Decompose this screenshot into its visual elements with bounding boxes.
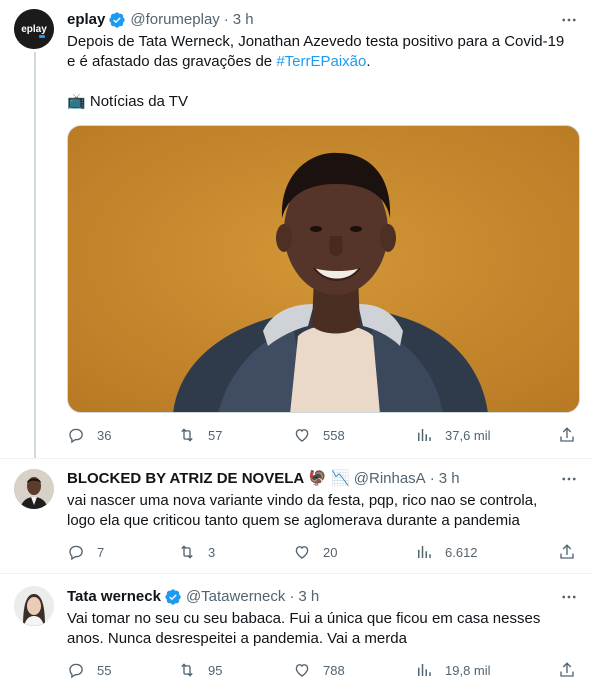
author-name[interactable]: BLOCKED BY ATRIZ DE NOVELA (67, 469, 304, 489)
tweet-text-line-1: Vai tomar no seu cu seu babaca. Fui a ún… (67, 610, 541, 627)
source-label: Notícias da TV (89, 93, 188, 110)
tweet-actions: 55 95 788 19,8 mil (67, 661, 580, 681)
views-count: 37,6 mil (445, 427, 491, 443)
retweet-icon (181, 545, 193, 559)
like-button[interactable]: 558 (293, 426, 345, 444)
avatar-tatawerneck[interactable] (14, 586, 54, 626)
tweet-tatawerneck[interactable]: Tata werneck @Tatawerneck · 3 h Vai toma… (0, 574, 592, 687)
retweet-button[interactable]: 57 (178, 426, 222, 444)
tweet-photo[interactable] (67, 125, 580, 413)
views-chart-icon (418, 429, 431, 441)
timestamp[interactable]: 3 h (233, 10, 254, 30)
name-emojis: 🦃 📉 (308, 470, 350, 487)
avatar-eplay[interactable]: eplay (14, 9, 54, 49)
reply-icon (69, 663, 83, 679)
timestamp[interactable]: 3 h (439, 469, 460, 489)
more-horizontal-icon[interactable] (560, 588, 578, 606)
like-count: 20 (323, 544, 338, 560)
verified-badge-icon (165, 589, 181, 605)
heart-icon (295, 546, 309, 559)
tweet-text-tail: . (366, 53, 371, 70)
separator-dot: · (223, 11, 229, 28)
share-icon (560, 662, 574, 677)
share-button[interactable] (558, 426, 576, 444)
separator-dot: · (429, 470, 435, 487)
author-handle[interactable]: @Tatawerneck (186, 587, 285, 607)
retweet-count: 95 (208, 662, 223, 678)
retweet-button[interactable]: 3 (178, 543, 215, 561)
verified-badge-icon (109, 12, 126, 28)
heart-icon (295, 664, 309, 677)
tweet-text: Depois de Tata Werneck, Jonathan Azevedo… (67, 32, 582, 112)
like-count: 558 (323, 427, 345, 443)
views-count: 19,8 mil (445, 662, 491, 678)
profile-photo-icon (14, 586, 54, 626)
author-name[interactable]: eplay (67, 10, 105, 30)
retweet-button[interactable]: 95 (178, 661, 222, 679)
reply-icon (69, 428, 83, 444)
tweet-text: vai nascer uma nova variante vindo da fe… (67, 491, 582, 531)
author-handle[interactable]: @forumeplay (130, 10, 219, 30)
views-button[interactable]: 19,8 mil (415, 661, 491, 679)
reply-button[interactable]: 55 (67, 661, 111, 679)
tweet-eplay[interactable]: eplay eplay @forumeplay · 3 h Depois de … (0, 0, 592, 458)
tweet-actions: 7 3 20 6.612 (67, 543, 580, 563)
retweet-count: 57 (208, 427, 223, 443)
reply-count: 55 (97, 662, 112, 678)
separator-dot: · (289, 588, 295, 605)
profile-photo-icon (14, 469, 54, 509)
like-count: 788 (323, 662, 345, 678)
reply-count: 7 (97, 544, 105, 560)
like-button[interactable]: 788 (293, 661, 345, 679)
reply-count: 36 (97, 427, 112, 443)
tweet-header: Tata werneck @Tatawerneck · 3 h (67, 587, 319, 607)
retweet-icon (181, 428, 193, 442)
share-button[interactable] (558, 543, 576, 561)
tweet-text-line-1: Depois de Tata Werneck, Jonathan Azevedo… (67, 33, 565, 50)
like-button[interactable]: 20 (293, 543, 337, 561)
tv-emoji-icon: 📺 (67, 93, 86, 110)
tweet-text-line-2: e é afastado das gravações de #TerrEPaix… (67, 52, 582, 72)
tweet-header: eplay @forumeplay · 3 h (67, 10, 254, 30)
views-chart-icon (418, 546, 431, 558)
author-handle[interactable]: @RinhasA (354, 469, 426, 489)
source-line: 📺 Notícias da TV (67, 92, 582, 112)
views-count: 6.612 (445, 544, 478, 560)
share-icon (560, 427, 574, 442)
share-icon (560, 544, 574, 559)
eplay-logo-icon: eplay (14, 9, 54, 49)
views-button[interactable]: 6.612 (415, 543, 478, 561)
retweet-icon (181, 663, 193, 677)
tweet-rinhasa[interactable]: BLOCKED BY ATRIZ DE NOVELA 🦃 📉 @RinhasA … (0, 459, 592, 573)
thread-connector-line (34, 52, 36, 458)
tweet-text-line-2: logo ela que criticou tanto quem se aglo… (67, 512, 520, 529)
tweet-text: Vai tomar no seu cu seu babaca. Fui a ún… (67, 609, 582, 649)
avatar-rinhasa[interactable] (14, 469, 54, 509)
more-horizontal-icon[interactable] (560, 11, 578, 29)
retweet-count: 3 (208, 544, 216, 560)
author-name[interactable]: Tata werneck (67, 587, 161, 607)
eplay-logo-text: eplay (21, 24, 47, 35)
tweet-text-line-2-body: e é afastado das gravações de (67, 53, 277, 70)
reply-button[interactable]: 36 (67, 426, 111, 444)
views-chart-icon (418, 664, 431, 676)
tweet-text-line-2: anos. Nunca desrespeitei a pandemia. Vai… (67, 630, 407, 647)
tweet-text-line-1: vai nascer uma nova variante vindo da fe… (67, 492, 538, 509)
heart-icon (295, 429, 309, 442)
timestamp[interactable]: 3 h (298, 587, 319, 607)
reply-icon (69, 545, 83, 561)
share-button[interactable] (558, 661, 576, 679)
tweet-actions: 36 57 558 37,6 mil (67, 426, 580, 446)
reply-button[interactable]: 7 (67, 543, 104, 561)
hashtag-link[interactable]: #TerrEPaixão (276, 53, 366, 70)
portrait-photo-illustration (68, 126, 579, 412)
tweet-header: BLOCKED BY ATRIZ DE NOVELA 🦃 📉 @RinhasA … (67, 469, 460, 489)
views-button[interactable]: 37,6 mil (415, 426, 491, 444)
more-horizontal-icon[interactable] (560, 470, 578, 488)
